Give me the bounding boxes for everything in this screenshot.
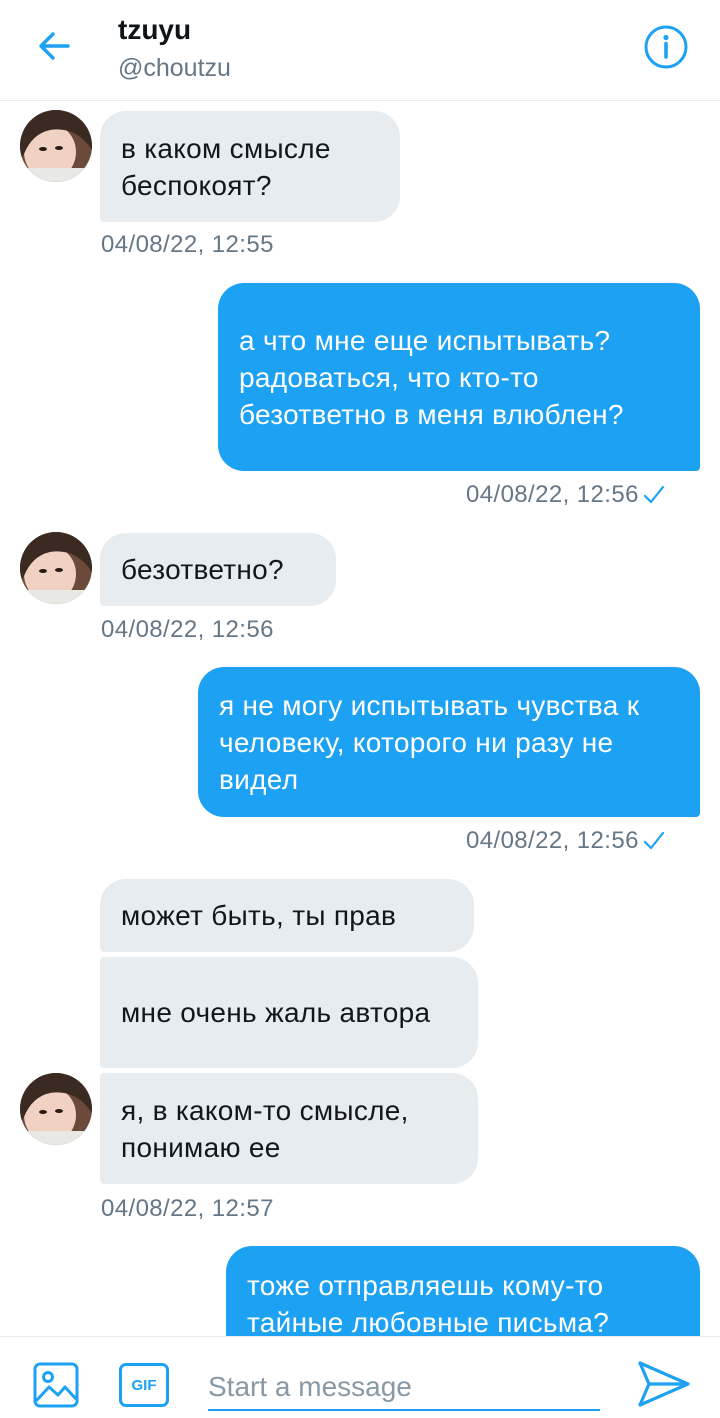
avatar[interactable] xyxy=(20,532,92,604)
timestamp: 04/08/22, 12:56 xyxy=(466,827,665,855)
message-text: а что мне еще испытывать? радоваться, чт… xyxy=(239,324,624,430)
message-text: я, в каком-то смысле, понимаю ее xyxy=(121,1094,409,1163)
message-thread[interactable]: в каком смысле беспокоят? 04/08/22, 12:5… xyxy=(0,101,720,1336)
message-text: может быть, ты прав xyxy=(121,900,397,931)
message-bubble-incoming[interactable]: я, в каком-то смысле, понимаю ее xyxy=(100,1073,478,1184)
checkmark-icon xyxy=(643,485,664,504)
message-bubble-incoming[interactable]: мне очень жаль автора xyxy=(100,957,478,1068)
timestamp: 04/08/22, 12:56 xyxy=(466,481,665,509)
conversation-header: tzuyu @choutzu xyxy=(0,0,720,101)
image-icon xyxy=(33,1362,79,1408)
message-text: безответно? xyxy=(121,554,284,585)
message-bubble-incoming[interactable]: безответно? xyxy=(100,533,336,606)
contact-name[interactable]: tzuyu xyxy=(118,14,191,46)
message-text: в каком смысле беспокоят? xyxy=(121,132,331,201)
timestamp: 04/08/22, 12:55 xyxy=(101,231,274,258)
avatar[interactable] xyxy=(20,110,92,182)
message-bubble-outgoing[interactable]: а что мне еще испытывать? радоваться, чт… xyxy=(218,283,700,471)
arrow-left-icon xyxy=(39,32,70,60)
avatar[interactable] xyxy=(20,1073,92,1145)
back-button[interactable] xyxy=(30,24,78,68)
message-bubble-outgoing[interactable]: тоже отправляешь кому-то тайные любовные… xyxy=(226,1246,700,1336)
message-bubble-outgoing[interactable]: я не могу испытывать чувства к человеку,… xyxy=(198,667,700,817)
message-bubble-incoming[interactable]: может быть, ты прав xyxy=(100,879,474,952)
message-composer: GIF xyxy=(0,1336,720,1418)
message-text: я не могу испытывать чувства к человеку,… xyxy=(219,689,640,795)
info-icon xyxy=(644,25,688,69)
info-button[interactable] xyxy=(642,23,690,71)
message-input[interactable] xyxy=(208,1365,600,1411)
message-text: тоже отправляешь кому-то тайные любовные… xyxy=(247,1270,610,1336)
send-button[interactable] xyxy=(636,1359,692,1409)
message-bubble-incoming[interactable]: в каком смысле беспокоят? xyxy=(100,111,400,222)
contact-handle: @choutzu xyxy=(118,54,231,82)
checkmark-icon xyxy=(643,831,664,850)
timestamp: 04/08/22, 12:57 xyxy=(101,1195,274,1222)
add-image-button[interactable] xyxy=(32,1361,80,1409)
timestamp: 04/08/22, 12:56 xyxy=(101,616,274,643)
gif-button[interactable]: GIF xyxy=(119,1363,169,1407)
message-text: мне очень жаль автора xyxy=(121,997,431,1028)
send-icon xyxy=(638,1361,690,1407)
